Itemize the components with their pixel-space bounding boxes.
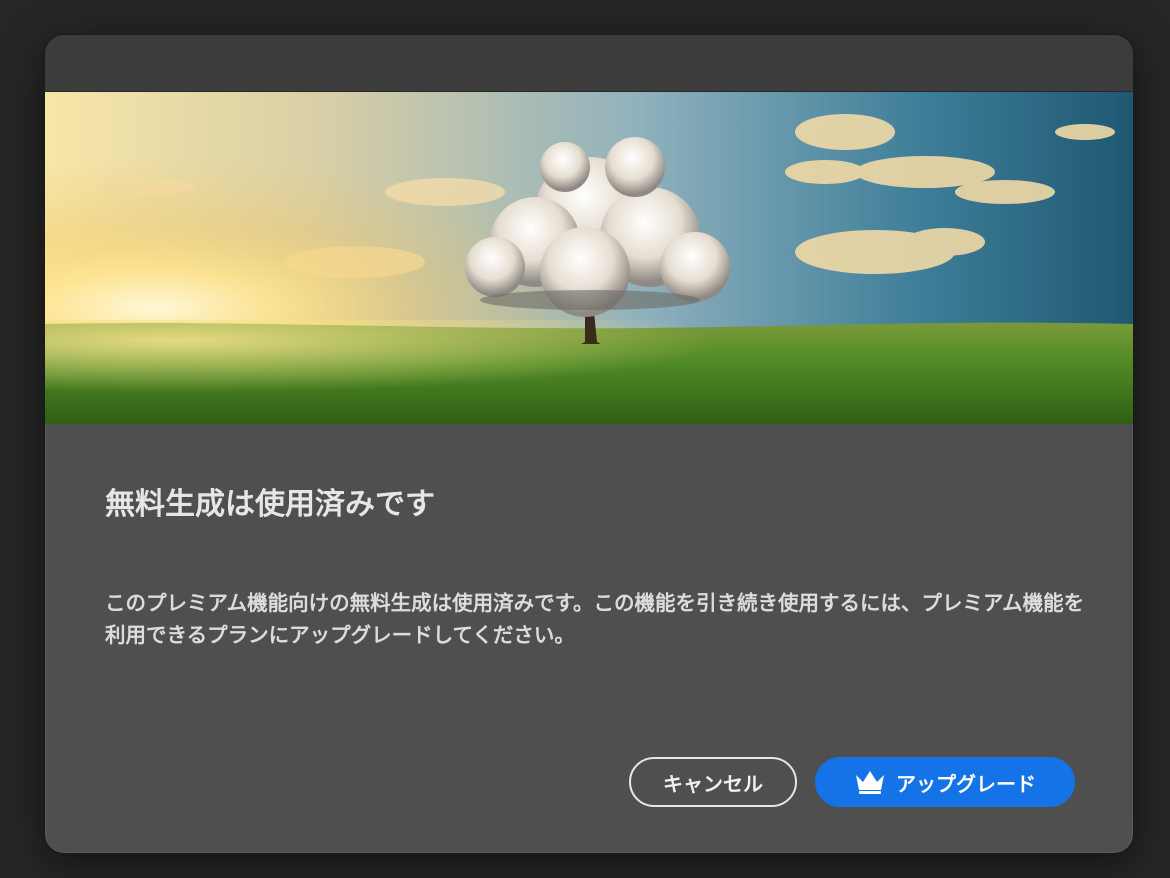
crown-icon	[854, 769, 886, 795]
dialog-titlebar	[45, 35, 1133, 92]
cancel-button[interactable]: キャンセル	[629, 757, 797, 807]
upgrade-dialog: 無料生成は使用済みです このプレミアム機能向けの無料生成は使用済みです。この機能…	[44, 34, 1134, 854]
hero-image	[45, 92, 1133, 424]
dialog-message: このプレミアム機能向けの無料生成は使用済みです。この機能を引き続き使用するには、…	[105, 591, 1085, 647]
upgrade-button-label: アップグレード	[896, 771, 1036, 796]
upgrade-button[interactable]: アップグレード	[815, 757, 1075, 807]
dialog-heading: 無料生成は使用済みです	[105, 487, 435, 522]
cancel-button-label: キャンセル	[663, 771, 763, 796]
